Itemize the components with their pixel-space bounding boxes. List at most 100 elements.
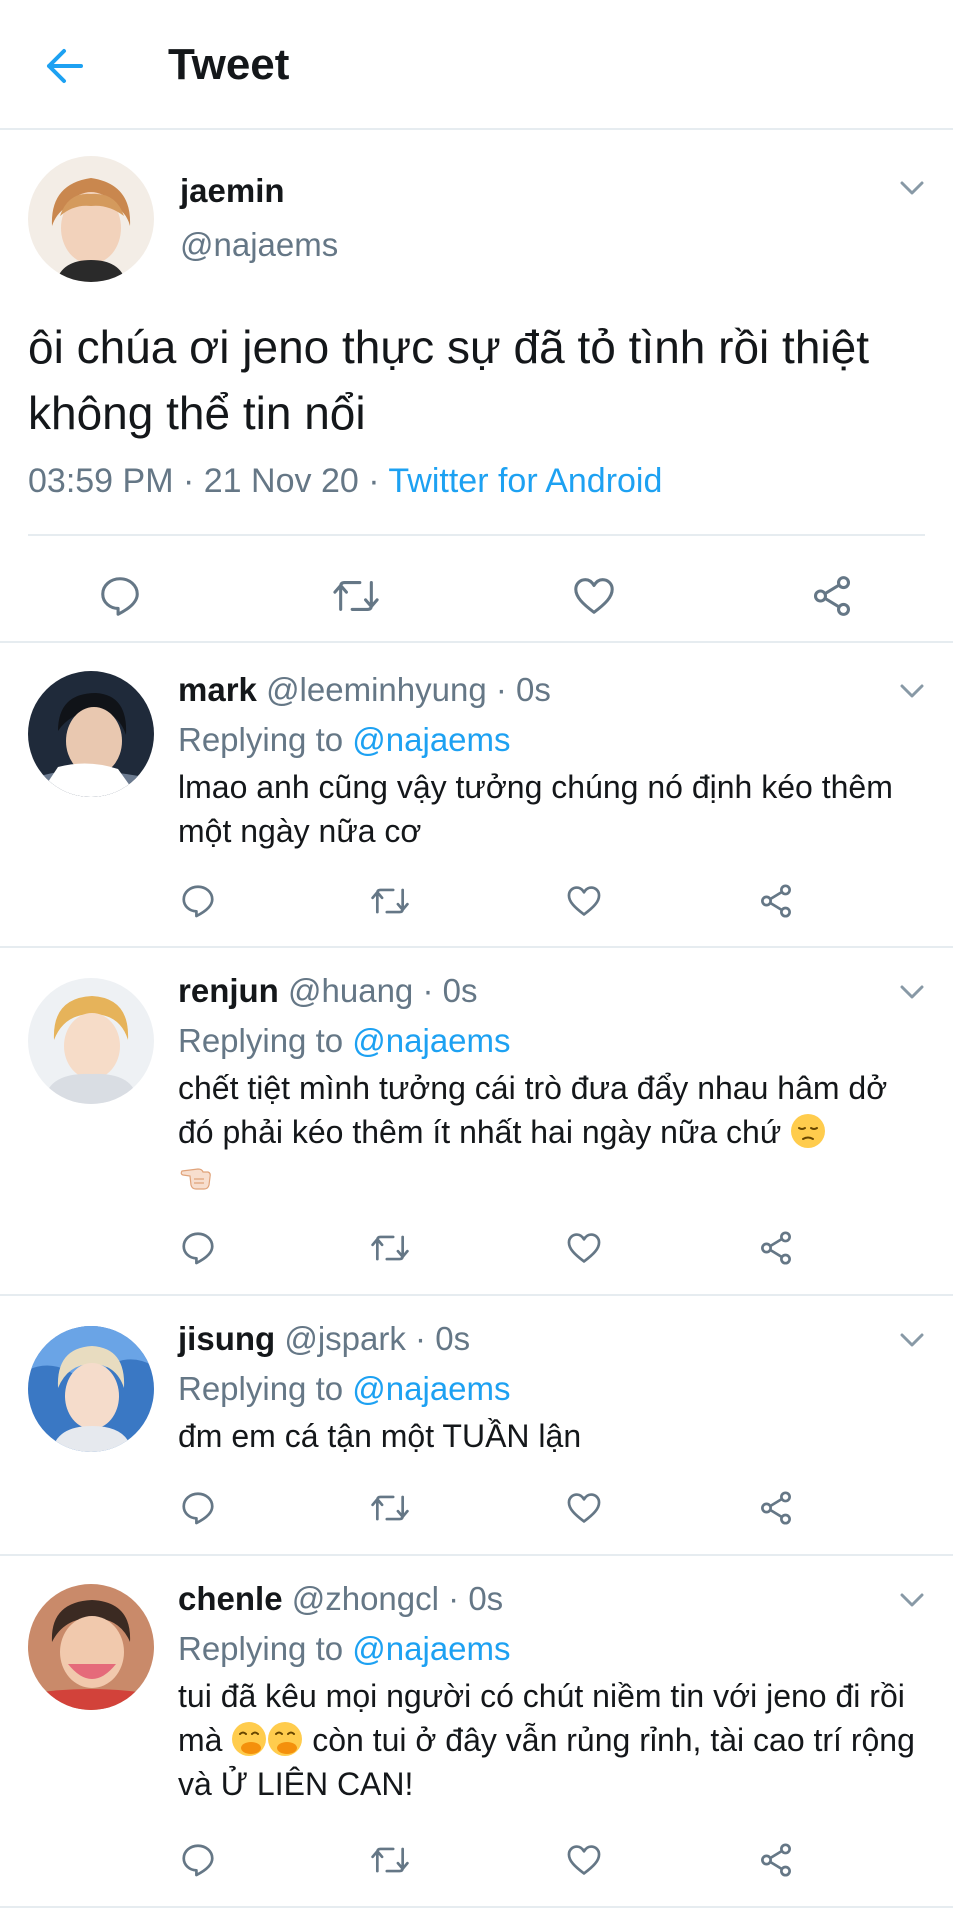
reply-button[interactable] [174,1224,222,1272]
pensive-face-icon [791,1114,826,1148]
reply-icon [182,1232,214,1265]
reply-button[interactable] [174,1836,222,1884]
reply-tweet[interactable]: chenle @zhongcl · 0s Replying to @najaem… [0,1556,953,1908]
chevron-down-icon [900,684,924,698]
like-button[interactable] [560,877,608,925]
replying-label: Replying to [178,1022,344,1059]
avatar[interactable] [28,1326,154,1452]
author-handle: @najaems [180,226,339,263]
like-icon [567,1493,601,1523]
face-with-hand-over-mouth-icon [232,1722,267,1756]
reply-tweet[interactable]: jisung @jspark · 0s Replying to @najaems… [0,1296,953,1556]
tweet-text: lmao anh cũng vậy tưởng chúng nó định ké… [178,769,893,849]
like-icon [574,578,614,614]
tweet-text: chết tiệt mình tưởng cái trò đưa đẩy nha… [178,1066,923,1198]
tweet-time: 0s [442,972,478,1009]
chevron-down-icon [900,1593,924,1607]
reply-icon [182,1844,214,1877]
author-handle: @leeminhyung [266,671,487,708]
share-button[interactable] [752,877,800,925]
avatar[interactable] [28,156,154,282]
share-icon [761,1491,791,1525]
share-button[interactable] [804,568,860,624]
like-button[interactable] [566,568,622,624]
author-name: jisung [178,1320,276,1357]
tweet-date: 21 Nov 20 [203,462,359,500]
avatar[interactable] [28,1584,154,1710]
tweet-time: 0s [516,671,551,708]
like-icon [567,886,601,916]
tweet-text-content: chết tiệt mình tưởng cái trò đưa đẩy nha… [178,1070,888,1150]
like-button[interactable] [560,1224,608,1272]
back-button[interactable] [40,42,88,90]
replying-to: Replying to @najaems [178,1370,511,1408]
like-icon [567,1845,601,1875]
meta-separator: · [415,1320,427,1357]
chevron-down-icon [900,1333,924,1347]
author-handle: @zhongcl [291,1580,439,1617]
replying-to: Replying to @najaems [178,721,511,759]
retweet-icon [371,1495,409,1521]
retweet-icon [371,888,409,914]
mention-link[interactable]: @najaems [352,1370,510,1407]
tweet-menu-button[interactable] [896,1584,928,1616]
replying-to: Replying to @najaems [178,1630,511,1668]
like-icon [567,1233,601,1263]
meta-separator: · [182,462,195,500]
reply-button[interactable] [92,568,148,624]
retweet-icon [371,1847,409,1873]
retweet-button[interactable] [366,1836,414,1884]
tweet-time: 0s [468,1580,504,1617]
top-app-bar: Tweet [0,0,953,130]
mention-link[interactable]: @najaems [352,1022,510,1059]
tweet-time: 03:59 PM [28,462,174,500]
reply-tweet[interactable]: mark @leeminhyung · 0s Replying to @naja… [0,645,953,948]
reply-button[interactable] [174,1484,222,1532]
tweet-menu-button[interactable] [896,1324,928,1356]
mention-link[interactable]: @najaems [352,721,510,758]
tweet-menu-button[interactable] [896,976,928,1008]
main-tweet: jaemin @najaems ôi chúa ơi jeno thực sự … [0,130,953,643]
tweet-source-link[interactable]: Twitter for Android [388,462,662,500]
retweet-button[interactable] [366,877,414,925]
replying-label: Replying to [178,721,344,758]
divider [28,534,925,536]
meta-separator: · [495,671,507,708]
author-name: mark [178,671,257,708]
like-button[interactable] [560,1484,608,1532]
reply-icon [182,1492,214,1525]
author-name: renjun [178,972,279,1009]
reply-button[interactable] [174,877,222,925]
tweet-time: 0s [435,1320,471,1357]
replying-to: Replying to @najaems [178,1022,511,1060]
share-button[interactable] [752,1224,800,1272]
backhand-index-pointing-left-icon [180,1168,211,1190]
reply-icon [182,885,214,918]
share-icon [761,1843,791,1877]
meta-separator: · [422,972,434,1009]
author-name: jaemin [180,172,285,209]
avatar[interactable] [28,671,154,797]
mention-link[interactable]: @najaems [352,1630,510,1667]
tweet-text: ôi chúa ơi jeno thực sự đã tỏ tình rồi t… [28,321,869,439]
page-title: Tweet [168,40,290,89]
retweet-icon [371,1235,409,1261]
retweet-button[interactable] [366,1224,414,1272]
tweet-text: đm em cá tận một TUẦN lận [178,1418,582,1454]
avatar[interactable] [28,978,154,1104]
author-handle: @jspark [284,1320,406,1357]
retweet-button[interactable] [366,1484,414,1532]
back-arrow-icon [47,49,83,83]
tweet-menu-button[interactable] [896,675,928,707]
reply-tweet[interactable]: renjun @huang · 0s Replying to @najaems … [0,948,953,1296]
share-button[interactable] [752,1484,800,1532]
author-name: chenle [178,1580,283,1617]
like-button[interactable] [560,1836,608,1884]
share-icon [813,576,851,616]
tweet-menu-button[interactable] [896,172,928,204]
retweet-button[interactable] [328,568,384,624]
share-icon [761,1231,791,1265]
author-handle: @huang [288,972,414,1009]
share-icon [761,884,791,918]
share-button[interactable] [752,1836,800,1884]
